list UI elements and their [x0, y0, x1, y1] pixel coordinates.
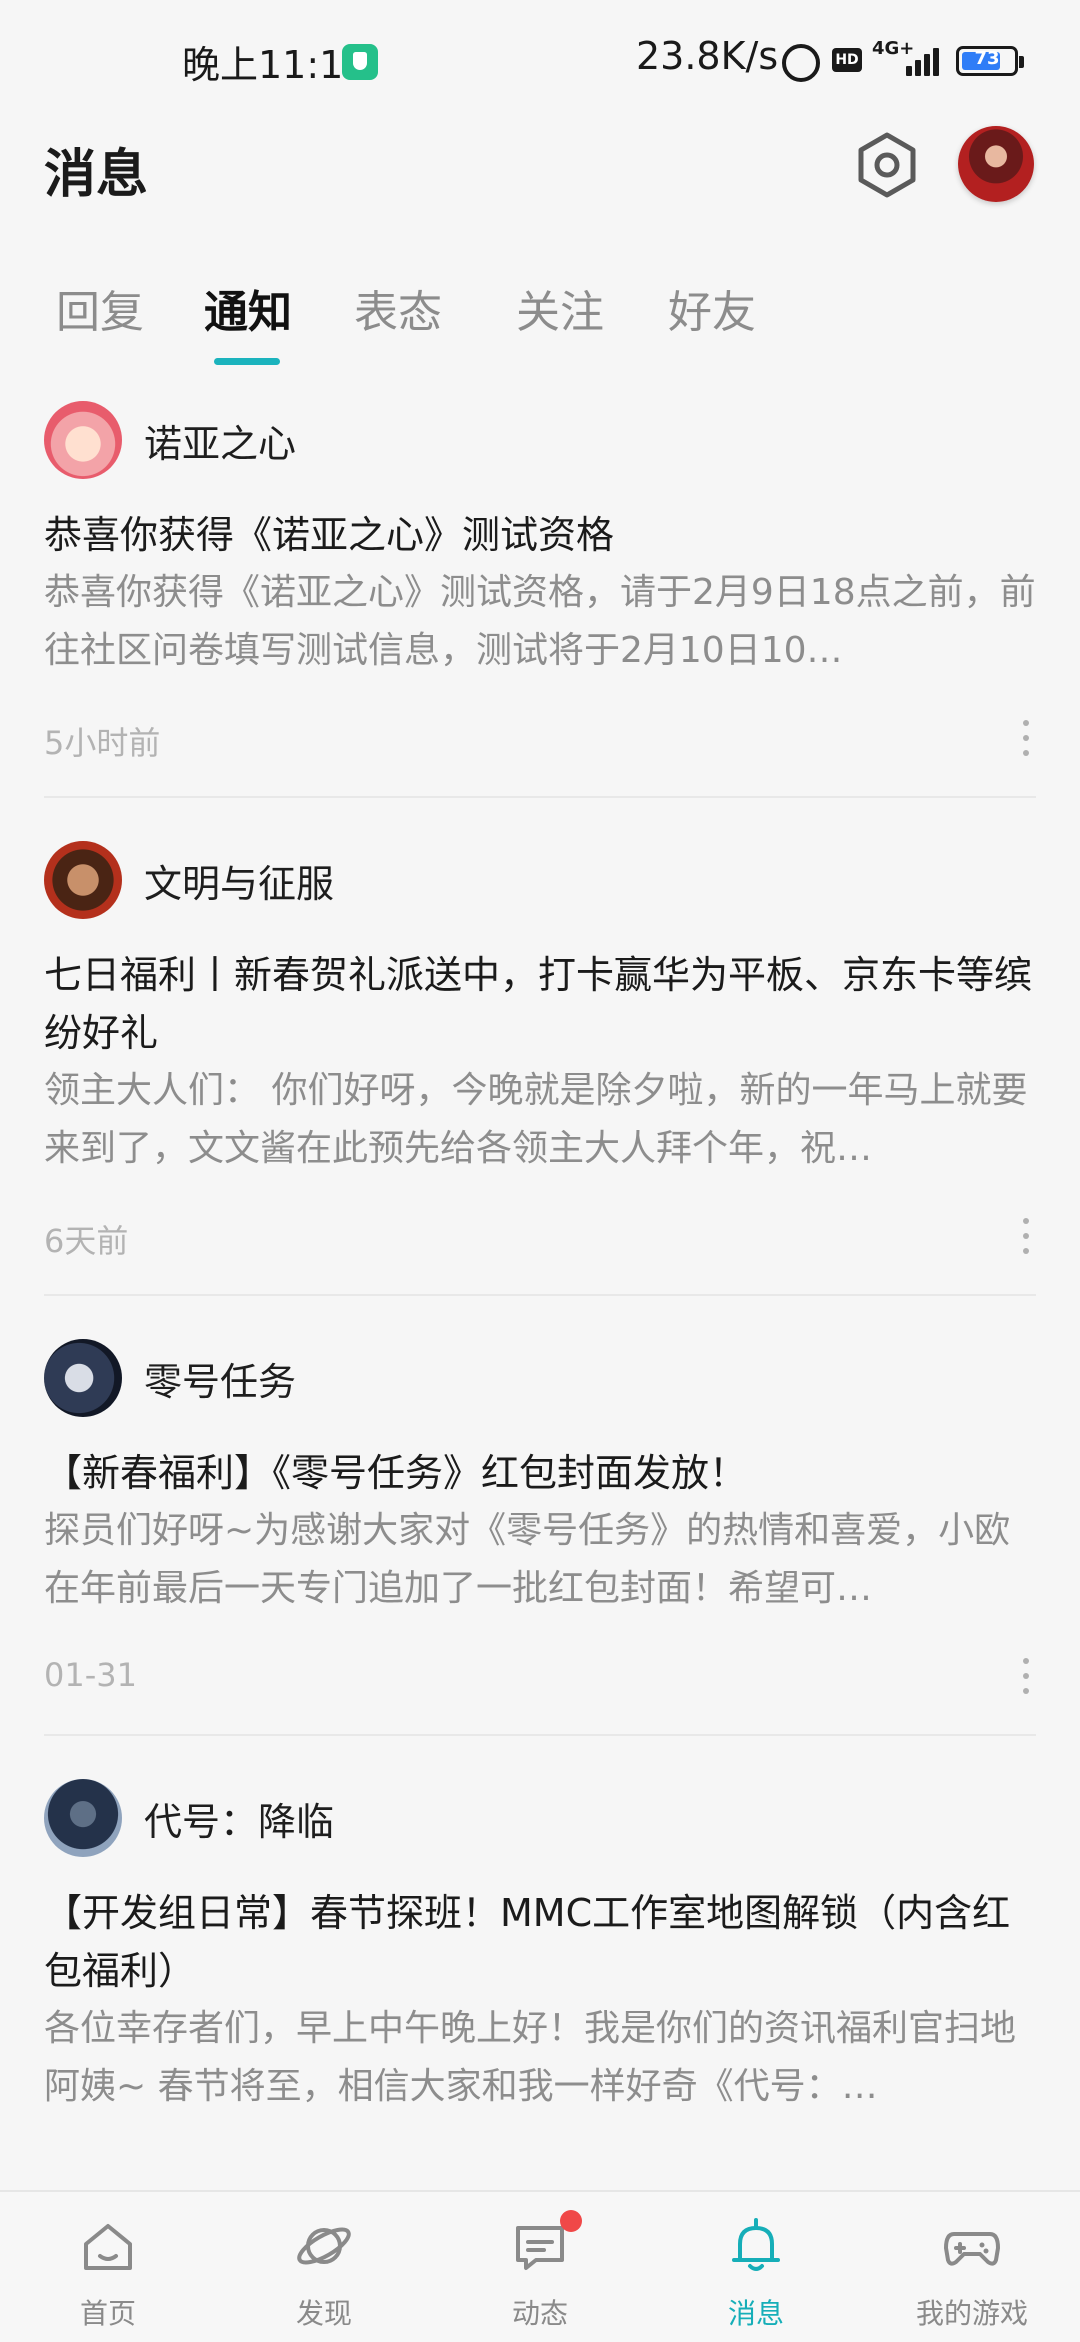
more-options-icon[interactable] — [1020, 1658, 1030, 1694]
nav-label: 首页 — [79, 2297, 136, 2330]
notification-list: 诺亚之心 恭喜你获得《诺亚之心》测试资格 恭喜你获得《诺亚之心》测试资格，请于2… — [44, 400, 1036, 2158]
game-avatar[interactable] — [44, 841, 122, 919]
game-name[interactable]: 文明与征服 — [144, 853, 334, 908]
notification-title: 【新春福利】《零号任务》红包封面发放！ — [44, 1451, 748, 1495]
notification-title: 恭喜你获得《诺亚之心》测试资格 — [44, 513, 615, 557]
status-bar: 晚上11:12 23.8K/s HD 4G+ 73 — [0, 0, 1080, 120]
tab-replies[interactable]: 回复 — [56, 276, 144, 340]
notification-body: 恭喜你获得《诺亚之心》测试资格，请于2月9日18点之前，前往社区问卷填写测试信息… — [44, 572, 1036, 671]
tab-reactions[interactable]: 表态 — [354, 276, 442, 340]
more-options-icon[interactable] — [1020, 720, 1030, 756]
user-avatar[interactable] — [958, 126, 1034, 202]
nav-label: 消息 — [727, 2297, 784, 2330]
gamepad-icon — [944, 2232, 1000, 2266]
notification-card[interactable]: 代号：降临 【开发组日常】春节探班！MMC工作室地图解锁（内含红包福利） 各位幸… — [44, 1778, 1036, 2116]
notification-body: 领主大人们： 你们好呀，今晚就是除夕啦，新的一年马上就要来到了，文文酱在此预先给… — [44, 1070, 1028, 1169]
nav-activity[interactable]: 动态 — [432, 2192, 648, 2342]
nav-label: 我的游戏 — [915, 2297, 1028, 2330]
notification-title: 【开发组日常】春节探班！MMC工作室地图解锁（内含红包福利） — [44, 1891, 1011, 1993]
tab-follows[interactable]: 关注 — [516, 276, 604, 340]
unread-badge — [560, 2210, 582, 2232]
bottom-nav: 首页 发现 动态 消息 我的游戏 — [0, 2190, 1080, 2342]
more-options-icon[interactable] — [1020, 1218, 1030, 1254]
game-name[interactable]: 诺亚之心 — [144, 413, 296, 468]
message-tabs: 回复 通知 表态 关注 好友 — [0, 270, 1080, 366]
game-name[interactable]: 零号任务 — [144, 1351, 296, 1406]
notification-time: 5小时前 — [44, 724, 161, 762]
game-avatar[interactable] — [44, 1339, 122, 1417]
active-tab-indicator — [214, 358, 280, 365]
nav-discover[interactable]: 发现 — [216, 2192, 432, 2342]
game-avatar[interactable] — [44, 401, 122, 479]
battery-level: 73 — [974, 48, 1000, 69]
planet-icon — [297, 2227, 351, 2265]
nav-label: 动态 — [511, 2297, 568, 2330]
settings-button[interactable] — [852, 130, 922, 200]
network-speed: 23.8K/s — [636, 34, 779, 78]
home-icon — [84, 2224, 132, 2270]
game-avatar[interactable] — [44, 1779, 122, 1857]
battery-icon: 73 — [956, 46, 1024, 76]
tab-friends[interactable]: 好友 — [668, 276, 756, 340]
nav-label: 发现 — [295, 2297, 352, 2330]
shield-icon — [342, 44, 378, 80]
notification-title: 七日福利丨新春贺礼派送中，打卡赢华为平板、京东卡等缤纷好礼 — [44, 953, 1033, 1055]
signal-icon — [906, 46, 942, 76]
nav-home[interactable]: 首页 — [0, 2192, 216, 2342]
nav-my-games[interactable]: 我的游戏 — [864, 2192, 1080, 2342]
page-title: 消息 — [44, 145, 149, 205]
notification-body: 探员们好呀~为感谢大家对《零号任务》的热情和喜爱，小欧在年前最后一天专门追加了一… — [44, 1510, 1011, 1609]
notification-card[interactable]: 零号任务 【新春福利】《零号任务》红包封面发放！ 探员们好呀~为感谢大家对《零号… — [44, 1338, 1036, 1736]
bell-icon — [732, 2218, 780, 2271]
game-name[interactable]: 代号：降临 — [144, 1791, 334, 1846]
notification-time: 6天前 — [44, 1222, 129, 1260]
status-time: 晚上11:12 — [182, 43, 368, 87]
notification-card[interactable]: 文明与征服 七日福利丨新春贺礼派送中，打卡赢华为平板、京东卡等缤纷好礼 领主大人… — [44, 840, 1036, 1296]
tab-notifications[interactable]: 通知 — [204, 276, 292, 340]
alarm-icon — [782, 44, 820, 82]
hexagon-settings-icon — [858, 132, 916, 198]
notification-time: 01-31 — [44, 1656, 137, 1694]
notification-body: 各位幸存者们，早上中午晚上好！我是你们的资讯福利官扫地阿姨~ 春节将至，相信大家… — [44, 2008, 1017, 2107]
notification-card[interactable]: 诺亚之心 恭喜你获得《诺亚之心》测试资格 恭喜你获得《诺亚之心》测试资格，请于2… — [44, 400, 1036, 798]
nav-messages[interactable]: 消息 — [648, 2192, 864, 2342]
hd-icon: HD — [832, 48, 862, 72]
